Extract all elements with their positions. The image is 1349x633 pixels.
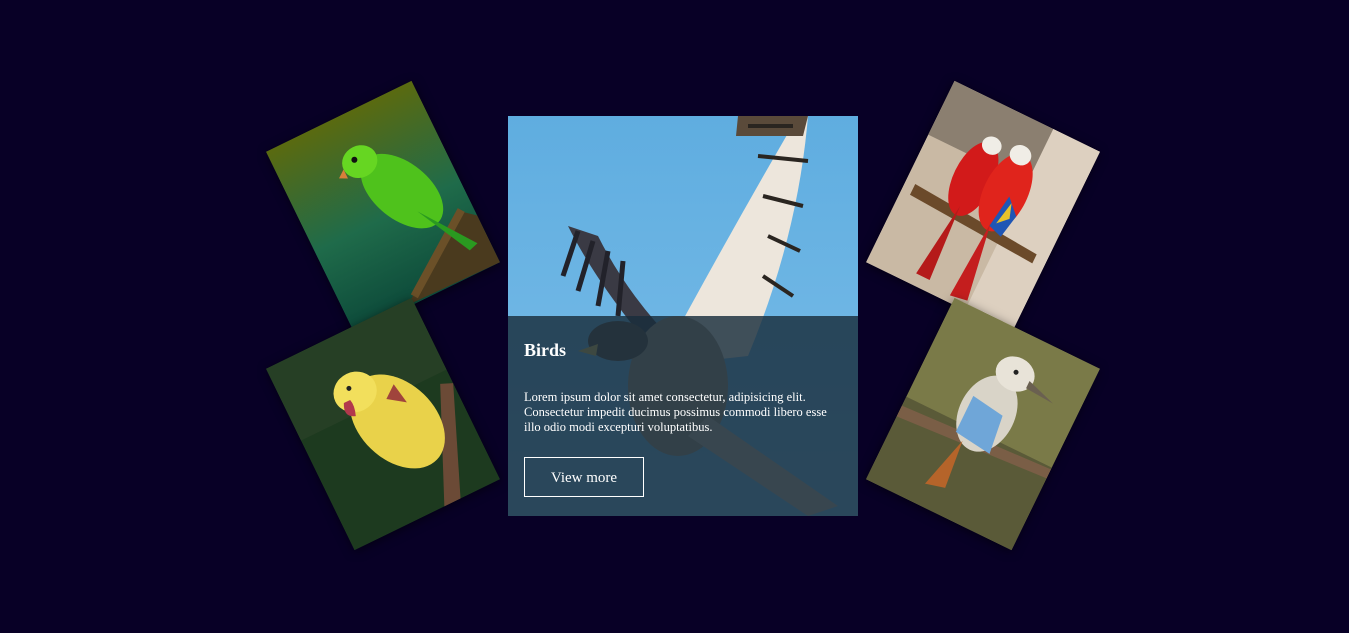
gallery-tile-scarlet-macaws[interactable] <box>865 80 1101 334</box>
yellow-parrot-image <box>265 297 501 551</box>
gallery-tile-yellow-parrot[interactable] <box>265 297 501 551</box>
gallery-tile-green-parakeet[interactable] <box>265 80 501 334</box>
featured-card: Birds Lorem ipsum dolor sit amet consect… <box>508 116 858 516</box>
card-title: Birds <box>524 340 567 360</box>
view-more-button[interactable]: View more <box>524 457 644 497</box>
card-info-panel: Birds Lorem ipsum dolor sit amet consect… <box>508 316 858 516</box>
green-parakeet-image <box>265 80 501 334</box>
bird-gallery-stage: Birds Lorem ipsum dolor sit amet consect… <box>0 0 1349 633</box>
scarlet-macaws-image <box>865 80 1101 334</box>
gallery-tile-kookaburra[interactable] <box>865 297 1101 551</box>
kookaburra-image <box>865 297 1101 551</box>
card-description: Lorem ipsum dolor sit amet consectetur, … <box>524 390 827 434</box>
